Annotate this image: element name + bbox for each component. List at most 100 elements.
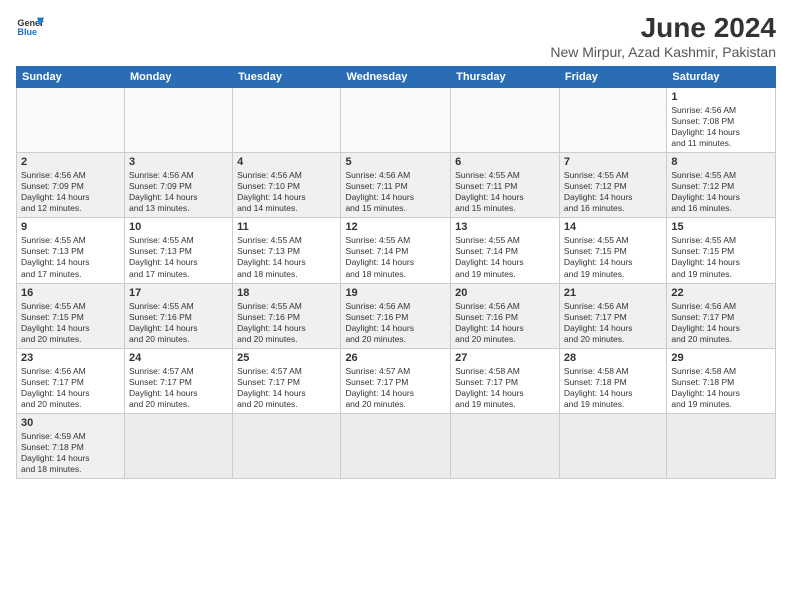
day-info: Sunrise: 4:57 AM Sunset: 7:17 PM Dayligh… bbox=[237, 366, 336, 410]
day-info: Sunrise: 4:55 AM Sunset: 7:15 PM Dayligh… bbox=[21, 301, 120, 345]
day-number: 5 bbox=[345, 156, 446, 168]
table-row bbox=[341, 88, 451, 153]
table-row bbox=[559, 413, 666, 478]
day-number: 8 bbox=[671, 156, 771, 168]
table-row bbox=[559, 88, 666, 153]
day-number: 7 bbox=[564, 156, 662, 168]
day-info: Sunrise: 4:55 AM Sunset: 7:14 PM Dayligh… bbox=[345, 235, 446, 279]
table-row: 7 Sunrise: 4:55 AM Sunset: 7:12 PM Daylig… bbox=[559, 153, 666, 218]
main-title: June 2024 bbox=[550, 12, 776, 44]
subtitle: New Mirpur, Azad Kashmir, Pakistan bbox=[550, 44, 776, 60]
table-row bbox=[124, 413, 232, 478]
day-info: Sunrise: 4:55 AM Sunset: 7:15 PM Dayligh… bbox=[671, 235, 771, 279]
calendar-table: Sunday Monday Tuesday Wednesday Thursday… bbox=[16, 66, 776, 479]
table-row bbox=[17, 88, 125, 153]
day-info: Sunrise: 4:57 AM Sunset: 7:17 PM Dayligh… bbox=[129, 366, 228, 410]
day-number: 29 bbox=[671, 352, 771, 364]
day-info: Sunrise: 4:58 AM Sunset: 7:18 PM Dayligh… bbox=[564, 366, 662, 410]
day-info: Sunrise: 4:55 AM Sunset: 7:13 PM Dayligh… bbox=[21, 235, 120, 279]
table-row: 14Sunrise: 4:55 AM Sunset: 7:15 PM Dayli… bbox=[559, 218, 666, 283]
day-number: 11 bbox=[237, 221, 336, 233]
table-row: 22 Sunrise: 4:56 AM Sunset: 7:17 PM Dayli… bbox=[667, 283, 776, 348]
day-number: 6 bbox=[455, 156, 555, 168]
header-monday: Monday bbox=[124, 67, 232, 88]
table-row: 13 Sunrise: 4:55 AM Sunset: 7:14 PM Dayli… bbox=[451, 218, 560, 283]
day-info: Sunrise: 4:56 AM Sunset: 7:16 PM Dayligh… bbox=[455, 301, 555, 345]
logo: General Blue bbox=[16, 12, 44, 40]
day-info: Sunrise: 4:55 AM Sunset: 7:12 PM Dayligh… bbox=[564, 170, 662, 214]
day-info: Sunrise: 4:55 AM Sunset: 7:13 PM Dayligh… bbox=[237, 235, 336, 279]
day-number: 27 bbox=[455, 352, 555, 364]
table-row: 21Sunrise: 4:56 AM Sunset: 7:17 PM Dayli… bbox=[559, 283, 666, 348]
day-number: 24 bbox=[129, 352, 228, 364]
header-saturday: Saturday bbox=[667, 67, 776, 88]
table-row bbox=[341, 413, 451, 478]
calendar-week-row: 9Sunrise: 4:55 AM Sunset: 7:13 PM Daylig… bbox=[17, 218, 776, 283]
day-info: Sunrise: 4:55 AM Sunset: 7:12 PM Dayligh… bbox=[671, 170, 771, 214]
header-thursday: Thursday bbox=[451, 67, 560, 88]
day-number: 30 bbox=[21, 417, 120, 429]
calendar-week-row: 23 Sunrise: 4:56 AM Sunset: 7:17 PM Dayli… bbox=[17, 348, 776, 413]
table-row: 24 Sunrise: 4:57 AM Sunset: 7:17 PM Dayli… bbox=[124, 348, 232, 413]
day-number: 25 bbox=[237, 352, 336, 364]
table-row bbox=[451, 88, 560, 153]
day-info: Sunrise: 4:59 AM Sunset: 7:18 PM Dayligh… bbox=[21, 431, 120, 475]
header-tuesday: Tuesday bbox=[233, 67, 341, 88]
title-block: June 2024 New Mirpur, Azad Kashmir, Paki… bbox=[550, 12, 776, 60]
header-wednesday: Wednesday bbox=[341, 67, 451, 88]
table-row: 11 Sunrise: 4:55 AM Sunset: 7:13 PM Dayli… bbox=[233, 218, 341, 283]
day-number: 1 bbox=[671, 91, 771, 103]
calendar-week-row: 30 Sunrise: 4:59 AM Sunset: 7:18 PM Dayli… bbox=[17, 413, 776, 478]
day-info: Sunrise: 4:56 AM Sunset: 7:11 PM Dayligh… bbox=[345, 170, 446, 214]
day-info: Sunrise: 4:55 AM Sunset: 7:14 PM Dayligh… bbox=[455, 235, 555, 279]
table-row: 12 Sunrise: 4:55 AM Sunset: 7:14 PM Dayli… bbox=[341, 218, 451, 283]
day-info: Sunrise: 4:56 AM Sunset: 7:10 PM Dayligh… bbox=[237, 170, 336, 214]
table-row: 17Sunrise: 4:55 AM Sunset: 7:16 PM Dayli… bbox=[124, 283, 232, 348]
calendar-week-row: 2 Sunrise: 4:56 AM Sunset: 7:09 PM Daylig… bbox=[17, 153, 776, 218]
calendar-header-row: Sunday Monday Tuesday Wednesday Thursday… bbox=[17, 67, 776, 88]
calendar-week-row: 16 Sunrise: 4:55 AM Sunset: 7:15 PM Dayli… bbox=[17, 283, 776, 348]
table-row bbox=[451, 413, 560, 478]
day-number: 28 bbox=[564, 352, 662, 364]
day-info: Sunrise: 4:56 AM Sunset: 7:17 PM Dayligh… bbox=[21, 366, 120, 410]
day-number: 23 bbox=[21, 352, 120, 364]
day-number: 22 bbox=[671, 287, 771, 299]
table-row: 5 Sunrise: 4:56 AM Sunset: 7:11 PM Daylig… bbox=[341, 153, 451, 218]
day-number: 21 bbox=[564, 287, 662, 299]
day-info: Sunrise: 4:55 AM Sunset: 7:11 PM Dayligh… bbox=[455, 170, 555, 214]
day-number: 13 bbox=[455, 221, 555, 233]
day-info: Sunrise: 4:56 AM Sunset: 7:16 PM Dayligh… bbox=[345, 301, 446, 345]
table-row: 20 Sunrise: 4:56 AM Sunset: 7:16 PM Dayli… bbox=[451, 283, 560, 348]
day-info: Sunrise: 4:57 AM Sunset: 7:17 PM Dayligh… bbox=[345, 366, 446, 410]
day-info: Sunrise: 4:56 AM Sunset: 7:09 PM Dayligh… bbox=[129, 170, 228, 214]
logo-icon: General Blue bbox=[16, 12, 44, 40]
day-info: Sunrise: 4:56 AM Sunset: 7:17 PM Dayligh… bbox=[671, 301, 771, 345]
table-row: 29Sunrise: 4:58 AM Sunset: 7:18 PM Dayli… bbox=[667, 348, 776, 413]
table-row: 27Sunrise: 4:58 AM Sunset: 7:17 PM Dayli… bbox=[451, 348, 560, 413]
day-info: Sunrise: 4:56 AM Sunset: 7:08 PM Dayligh… bbox=[671, 105, 771, 149]
day-number: 10 bbox=[129, 221, 228, 233]
table-row bbox=[233, 413, 341, 478]
day-number: 15 bbox=[671, 221, 771, 233]
day-number: 4 bbox=[237, 156, 336, 168]
table-row: 10 Sunrise: 4:55 AM Sunset: 7:13 PM Dayli… bbox=[124, 218, 232, 283]
svg-text:Blue: Blue bbox=[17, 27, 37, 37]
table-row: 30 Sunrise: 4:59 AM Sunset: 7:18 PM Dayli… bbox=[17, 413, 125, 478]
table-row: 16 Sunrise: 4:55 AM Sunset: 7:15 PM Dayli… bbox=[17, 283, 125, 348]
table-row: 18Sunrise: 4:55 AM Sunset: 7:16 PM Dayli… bbox=[233, 283, 341, 348]
table-row: 8 Sunrise: 4:55 AM Sunset: 7:12 PM Daylig… bbox=[667, 153, 776, 218]
table-row: 2 Sunrise: 4:56 AM Sunset: 7:09 PM Daylig… bbox=[17, 153, 125, 218]
day-number: 12 bbox=[345, 221, 446, 233]
table-row: 19Sunrise: 4:56 AM Sunset: 7:16 PM Dayli… bbox=[341, 283, 451, 348]
table-row bbox=[667, 413, 776, 478]
table-row: 26Sunrise: 4:57 AM Sunset: 7:17 PM Dayli… bbox=[341, 348, 451, 413]
day-info: Sunrise: 4:56 AM Sunset: 7:09 PM Dayligh… bbox=[21, 170, 120, 214]
day-info: Sunrise: 4:55 AM Sunset: 7:13 PM Dayligh… bbox=[129, 235, 228, 279]
table-row: 25 Sunrise: 4:57 AM Sunset: 7:17 PM Dayli… bbox=[233, 348, 341, 413]
table-row: 9Sunrise: 4:55 AM Sunset: 7:13 PM Daylig… bbox=[17, 218, 125, 283]
day-number: 16 bbox=[21, 287, 120, 299]
table-row: 1 Sunrise: 4:56 AM Sunset: 7:08 PM Daylig… bbox=[667, 88, 776, 153]
day-number: 2 bbox=[21, 156, 120, 168]
table-row bbox=[124, 88, 232, 153]
day-number: 20 bbox=[455, 287, 555, 299]
